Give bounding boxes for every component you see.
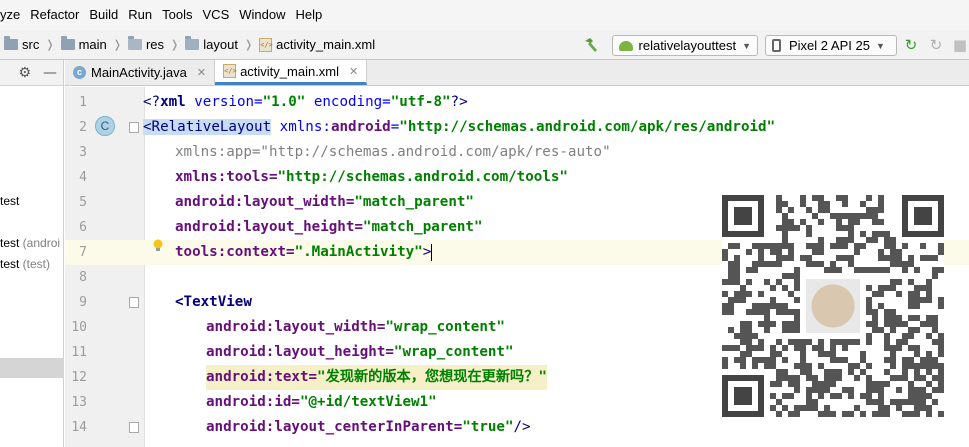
folder-icon [60, 36, 75, 50]
xml-file-icon: </> [223, 64, 237, 78]
gear-icon[interactable]: ⚙ [18, 65, 31, 81]
line-number: 9 [79, 295, 87, 310]
line-number: 6 [79, 220, 87, 235]
menu-tools[interactable]: Tools [157, 0, 197, 30]
run-config-label: relativelayouttest [638, 38, 737, 53]
xml-file-icon: </> [259, 37, 273, 52]
project-panel-toolbar: ⚙ — [0, 60, 63, 86]
line-number: 4 [79, 170, 87, 185]
device-select[interactable]: Pixel 2 API 25 ▼ [765, 35, 897, 56]
tab-activity-main[interactable]: </> activity_main.xml ✕ [215, 60, 368, 85]
java-class-icon: c [73, 66, 86, 79]
resource-folder-icon [127, 36, 142, 50]
chevron-right-icon: ❭ [45, 39, 55, 51]
code-line: 14 android:layout_centerInParent="true"/… [65, 415, 969, 440]
code-text: tools:context=".MainActivity"> [175, 243, 433, 261]
close-icon[interactable]: ✕ [197, 66, 206, 79]
menu-help[interactable]: Help [291, 0, 328, 30]
code-line: 4 xmlns:tools="http://schemas.android.co… [65, 165, 969, 190]
android-icon [619, 40, 633, 51]
lightbulb-icon[interactable] [152, 239, 164, 253]
tab-label: activity_main.xml [240, 63, 340, 79]
line-number: 10 [71, 320, 87, 335]
line-number: 7 [79, 245, 87, 260]
menu-run[interactable]: Run [123, 0, 157, 30]
breadcrumb-res[interactable]: res ❭ [127, 36, 185, 52]
tree-item-test[interactable]: test [0, 192, 64, 210]
text-caret [431, 243, 433, 261]
code-text: android:layout_height="match_parent" [175, 219, 483, 235]
code-text: android:id="@+id/textView1" [206, 394, 437, 410]
code-text: xmlns:app="http://schemas.android.com/ap… [175, 144, 611, 160]
dropdown-arrow-icon: ▼ [875, 40, 885, 51]
dropdown-arrow-icon: ▼ [742, 40, 751, 51]
line-number: 3 [79, 145, 87, 160]
folder-icon [185, 36, 200, 50]
chevron-right-icon: ❭ [112, 39, 122, 51]
code-line: 2 <RelativeLayout xmlns:android="http://… [65, 115, 969, 140]
project-panel: ⚙ — test test (androi test (test) [0, 60, 64, 447]
fold-icon[interactable] [129, 422, 139, 433]
line-number: 8 [79, 270, 87, 285]
qr-code-graphic [722, 195, 944, 417]
menu-refactor[interactable]: Refactor [25, 0, 84, 30]
minimize-icon[interactable]: — [43, 65, 57, 81]
stop-icon[interactable]: ■ [952, 37, 968, 53]
code-text: android:layout_centerInParent="true"/> [206, 419, 531, 435]
chevron-right-icon: ❭ [170, 39, 180, 51]
code-text: <?xml version="1.0" encoding="utf-8"?> [143, 94, 468, 110]
line-number: 14 [71, 420, 87, 435]
editor-tabs: c MainActivity.java ✕ </> activity_main.… [65, 60, 969, 86]
line-number: 12 [71, 370, 87, 385]
fold-icon[interactable] [129, 297, 139, 308]
line-number: 13 [71, 395, 87, 410]
tree-item-unittest[interactable]: test (test) [0, 255, 64, 273]
menu-vcs[interactable]: VCS [198, 0, 235, 30]
code-line: 1 <?xml version="1.0" encoding="utf-8"?> [65, 90, 969, 115]
phone-icon [772, 39, 781, 52]
apply-code-changes-icon[interactable]: ↻ [928, 37, 944, 53]
line-number: 5 [79, 195, 87, 210]
breadcrumb-main[interactable]: main ❭ [60, 36, 128, 52]
code-text: android:layout_width="match_parent" [175, 194, 474, 210]
menu-window[interactable]: Window [234, 0, 290, 30]
tree-selected-row[interactable] [0, 358, 64, 378]
breadcrumb-layout[interactable]: layout ❭ [185, 36, 259, 52]
fold-icon[interactable] [129, 122, 139, 133]
device-label: Pixel 2 API 25 [789, 38, 870, 53]
breadcrumb-label: src [22, 37, 40, 52]
code-text: android:layout_width="wrap_content" [206, 319, 505, 335]
menu-build[interactable]: Build [84, 0, 123, 30]
line-number: 1 [79, 95, 87, 110]
breadcrumb-label: activity_main.xml [276, 37, 376, 52]
chevron-right-icon: ❭ [243, 39, 254, 51]
run-configuration-select[interactable]: relativelayouttest ▼ [612, 35, 758, 56]
class-reference-icon[interactable]: C [95, 116, 115, 136]
tab-mainactivity[interactable]: c MainActivity.java ✕ [65, 60, 216, 85]
code-text: <RelativeLayout xmlns:android="http://sc… [143, 119, 776, 135]
code-text: android:layout_height="wrap_content" [206, 344, 514, 360]
code-line: 3 xmlns:app="http://schemas.android.com/… [65, 140, 969, 165]
folder-icon [4, 36, 18, 50]
tree-item-androidtest[interactable]: test (androi [0, 234, 64, 252]
breadcrumb-file[interactable]: </> activity_main.xml [259, 37, 381, 52]
code-text: xmlns:tools="http://schemas.android.com/… [175, 169, 568, 185]
breadcrumb-label: layout [203, 37, 238, 52]
line-number: 2 [79, 120, 87, 135]
menu-analyze[interactable]: yze [0, 0, 25, 30]
code-text: <TextView [175, 294, 252, 310]
tab-label: MainActivity.java [91, 65, 187, 80]
close-icon[interactable]: ✕ [349, 65, 358, 78]
qr-code-image [722, 195, 944, 417]
breadcrumb-label: main [78, 37, 107, 52]
line-number: 11 [71, 345, 87, 360]
menu-bar: yze Refactor Build Run Tools VCS Window … [0, 0, 969, 30]
code-text: android:text="发现新的版本，您想现在更新吗？" [206, 365, 547, 390]
breadcrumb-src[interactable]: src ❭ [0, 36, 61, 52]
apply-changes-icon[interactable]: ↻ [903, 37, 919, 53]
hammer-build-icon[interactable] [583, 37, 599, 53]
breadcrumb-label: res [145, 37, 165, 52]
